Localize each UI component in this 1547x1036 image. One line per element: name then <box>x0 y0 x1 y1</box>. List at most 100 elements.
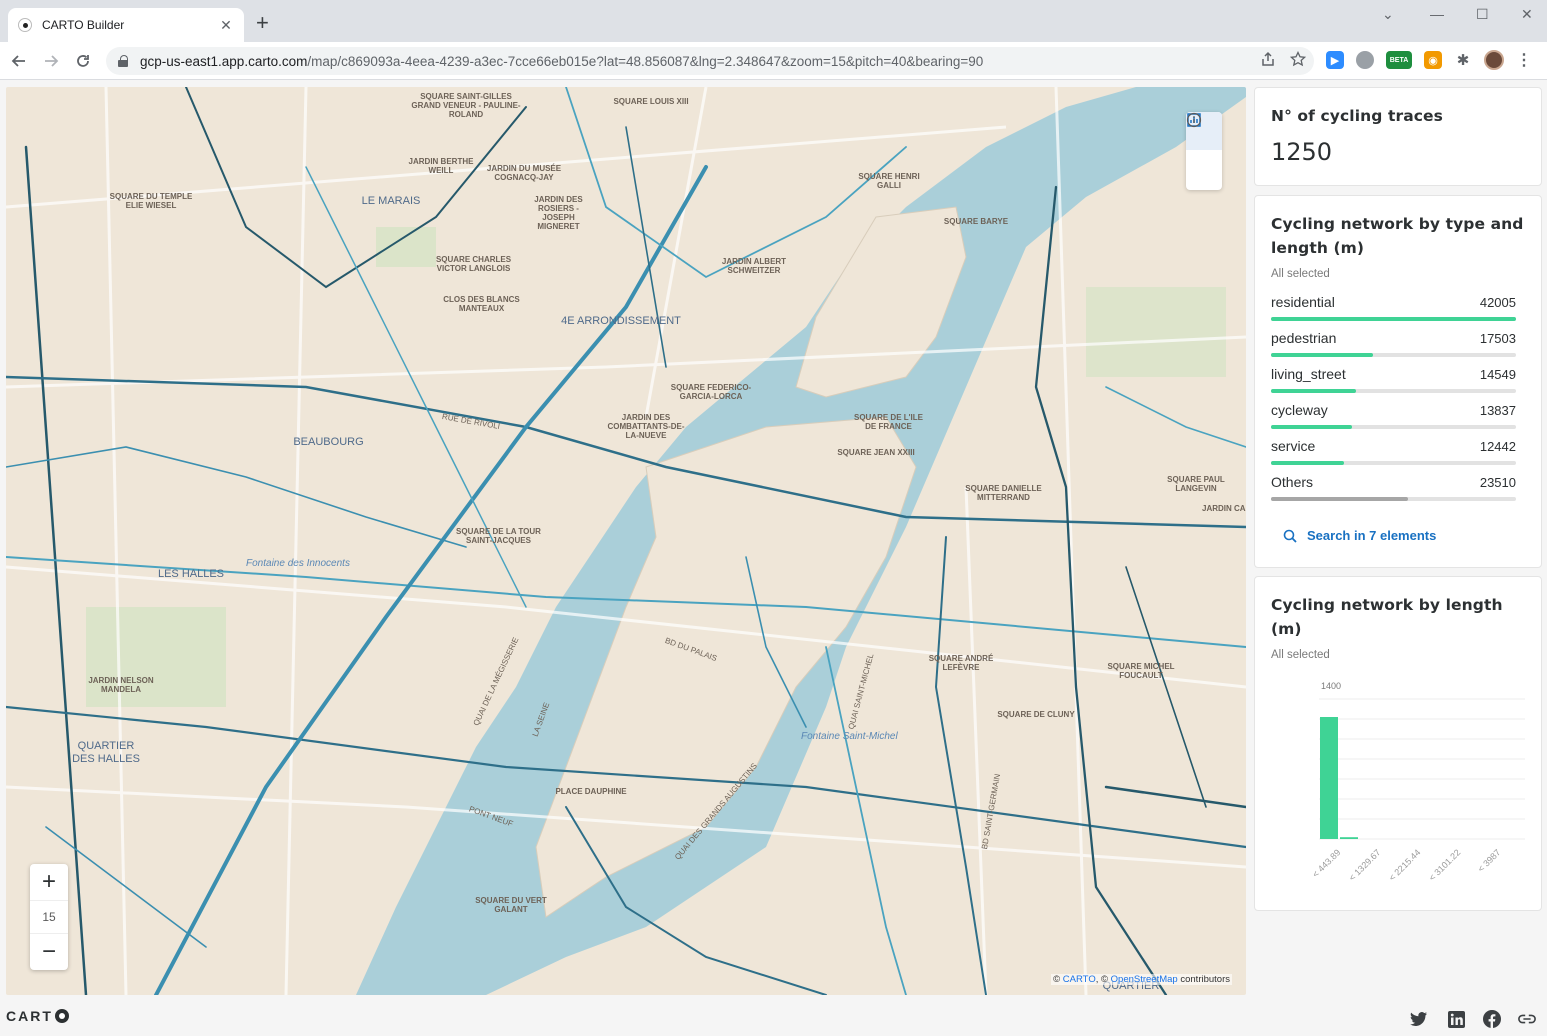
category-bar-track <box>1271 317 1516 321</box>
histogram-x-label: < 3101.22 <box>1427 847 1463 883</box>
carto-logo-o-icon <box>54 1009 69 1023</box>
type-widget-title: Cycling network by type and length (m) <box>1271 215 1524 257</box>
twitter-icon[interactable] <box>1410 1010 1428 1028</box>
carto-logo[interactable]: CART <box>6 1008 69 1024</box>
traces-widget: N° of cycling traces 1250 <box>1254 87 1542 186</box>
map-label: SQUARE ANDRÉ LEFÈVRE <box>928 654 994 672</box>
bookmark-star-icon[interactable] <box>1289 50 1307 70</box>
category-name: cycleway <box>1271 402 1328 418</box>
minimize-icon[interactable]: — <box>1430 6 1444 22</box>
share-icon[interactable] <box>1260 51 1276 70</box>
category-name: living_street <box>1271 366 1346 382</box>
facebook-icon[interactable] <box>1483 1010 1501 1028</box>
new-tab-icon[interactable]: + <box>256 12 269 34</box>
map-label: SQUARE PAUL LANGEVIN <box>1167 475 1225 493</box>
category-bar-fill <box>1271 461 1344 465</box>
close-tab-icon[interactable]: ✕ <box>218 17 234 34</box>
osm-attribution-link[interactable]: OpenStreetMap <box>1111 974 1178 985</box>
zoom-out-button[interactable]: − <box>30 934 68 970</box>
browser-tab[interactable]: CARTO Builder ✕ <box>8 8 244 42</box>
back-icon[interactable] <box>8 50 30 72</box>
category-row-service[interactable]: service 12442 <box>1271 438 1516 474</box>
search-elements-label: Search in 7 elements <box>1307 528 1437 543</box>
map-attribution: © CARTO, © OpenStreetMap contributors <box>1051 974 1232 985</box>
length-widget: Cycling network by length (m) All select… <box>1254 576 1542 911</box>
category-row-pedestrian[interactable]: pedestrian 17503 <box>1271 330 1516 366</box>
length-histogram[interactable]: 1400 < 443.89 < 1329.67 < 2215.44 < 3101.22 <… <box>1255 677 1543 907</box>
category-name: service <box>1271 438 1316 454</box>
screen-extension-icon[interactable]: ◉ <box>1424 51 1442 69</box>
reload-icon[interactable] <box>72 50 94 72</box>
category-name: Others <box>1271 474 1314 490</box>
category-row-cycleway[interactable]: cycleway 13837 <box>1271 402 1516 438</box>
map-label: JARDIN DES ROSIERS - JOSEPH MIGNERET <box>534 195 583 231</box>
category-row-living_street[interactable]: living_street 14549 <box>1271 366 1516 402</box>
type-widget: Cycling network by type and length (m) A… <box>1254 195 1542 568</box>
tab-title: CARTO Builder <box>42 18 125 32</box>
histogram-bar[interactable] <box>1340 837 1358 839</box>
map-label: JARDIN DU MUSÉE COGNACQ-JAY <box>486 164 562 182</box>
map-label: SQUARE DE CLUNY <box>997 710 1075 719</box>
info-icon <box>1186 112 1202 128</box>
map-label: SQUARE DANIELLE MITTERRAND <box>965 484 1042 502</box>
category-row-residential[interactable]: residential 42005 <box>1271 294 1516 330</box>
district-label: LES HALLES <box>157 568 225 580</box>
zoom-extension-icon[interactable]: ▶ <box>1326 51 1344 69</box>
category-bar-track <box>1271 461 1516 465</box>
map-label: CLOS DES BLANCS MANTEAUX <box>443 295 520 313</box>
search-elements-link[interactable]: Search in 7 elements <box>1255 510 1541 543</box>
category-bar-fill <box>1271 317 1516 321</box>
map-label: SQUARE DE L'ILE DE FRANCE <box>853 413 924 431</box>
histogram-x-label: < 1329.67 <box>1347 847 1383 883</box>
carto-favicon-icon <box>18 18 32 32</box>
type-widget-subtitle: All selected <box>1271 268 1330 280</box>
map-label: SQUARE CHARLES VICTOR LANGLOIS <box>435 255 512 273</box>
linkedin-icon[interactable] <box>1447 1010 1465 1028</box>
histogram-bar[interactable] <box>1320 717 1338 839</box>
fountain-label: Fontaine des Innocents <box>246 558 350 569</box>
forward-icon[interactable] <box>40 50 62 72</box>
url-host: gcp-us-east1.app.carto.com <box>140 53 308 69</box>
profile-avatar[interactable] <box>1484 50 1504 70</box>
map-basemap <box>6 87 1246 995</box>
map-label: SQUARE JEAN XXIII <box>837 448 915 457</box>
category-bar-track <box>1271 425 1516 429</box>
tab-search-icon[interactable]: ⌄ <box>1382 6 1394 23</box>
maximize-icon[interactable]: ☐ <box>1476 6 1489 23</box>
carto-attribution-link[interactable]: CARTO <box>1063 974 1096 985</box>
map-label: JARDIN CA <box>1202 504 1246 513</box>
category-value: 42005 <box>1479 295 1516 310</box>
length-widget-subtitle: All selected <box>1271 649 1330 661</box>
district-label: QUARTIER DES HALLES <box>72 740 140 765</box>
link-icon[interactable] <box>1518 1010 1536 1028</box>
category-row-others[interactable]: Others 23510 <box>1271 474 1516 510</box>
chat-extension-icon[interactable] <box>1356 51 1374 69</box>
category-bar-fill <box>1271 353 1374 357</box>
map-label: JARDIN ALBERT SCHWEITZER <box>721 257 787 275</box>
map-label: SQUARE BARYE <box>943 217 1009 226</box>
zoom-level: 15 <box>30 900 68 934</box>
map-label: JARDIN DES COMBATTANTS-DE-LA-NUEVE <box>607 413 685 440</box>
district-label: LE MARAIS <box>361 195 421 207</box>
map-label: SQUARE DU TEMPLE ELIE WIESEL <box>109 192 193 210</box>
attribution-suffix: contributors <box>1177 974 1230 985</box>
map-label: PLACE DAUPHINE <box>555 787 627 796</box>
zoom-control: + 15 − <box>30 864 68 970</box>
search-icon <box>1283 529 1297 543</box>
address-bar[interactable]: gcp-us-east1.app.carto.com/map/c869093a-… <box>106 47 1314 75</box>
beta-extension-icon[interactable]: BETA <box>1386 51 1412 69</box>
zoom-in-button[interactable]: + <box>30 864 68 900</box>
category-value: 17503 <box>1479 331 1516 346</box>
browser-menu-icon[interactable]: ⋮ <box>1516 50 1532 70</box>
extensions-puzzle-icon[interactable]: ✱ <box>1454 51 1472 69</box>
info-button[interactable] <box>1186 112 1222 188</box>
window-close-icon[interactable]: ✕ <box>1521 6 1533 23</box>
category-bar-fill <box>1271 425 1352 429</box>
map-label: SQUARE FEDERICO-GARCIA-LORCA <box>670 383 752 401</box>
traces-value: 1250 <box>1271 138 1333 166</box>
attribution-prefix: © <box>1053 974 1063 985</box>
lock-icon <box>118 55 128 67</box>
map-canvas[interactable]: SQUARE SAINT-GILLES GRAND VENEUR - PAULI… <box>6 87 1246 995</box>
histogram-x-label: < 3987 <box>1476 847 1503 874</box>
category-bar-track <box>1271 353 1516 357</box>
